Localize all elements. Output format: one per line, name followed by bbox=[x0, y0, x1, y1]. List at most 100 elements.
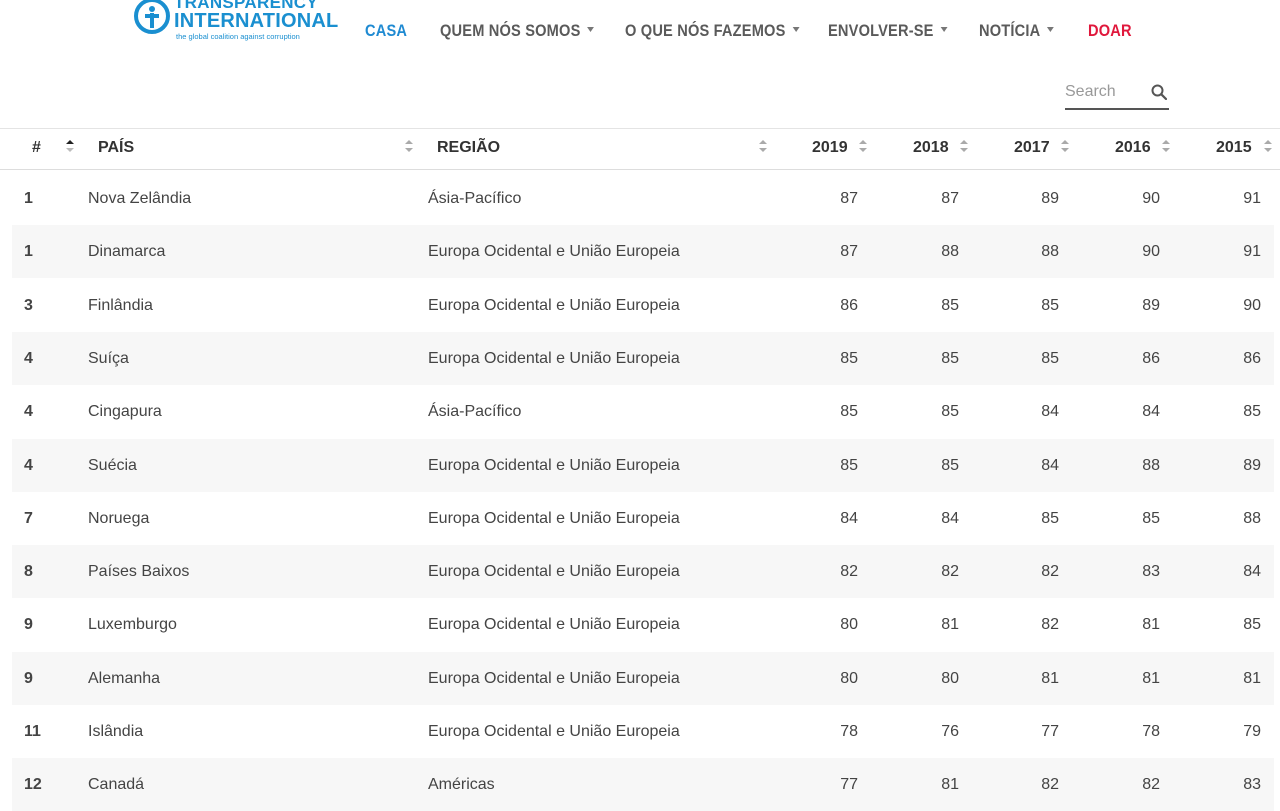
header-country[interactable]: PAÍS bbox=[98, 139, 134, 157]
sort-icon[interactable] bbox=[1263, 138, 1273, 154]
rank-cell: 3 bbox=[24, 296, 33, 314]
logo-name-line2: INTERNATIONAL bbox=[174, 10, 339, 32]
score-cell: 90 bbox=[1142, 243, 1160, 261]
score-cell: 85 bbox=[840, 349, 858, 367]
table-row[interactable]: 7 Noruega Europa Ocidental e União Europei… bbox=[12, 492, 1274, 545]
score-cell: 88 bbox=[1142, 456, 1160, 474]
nav-home[interactable]: CASA bbox=[365, 21, 407, 41]
nav-news[interactable]: NOTÍCIA bbox=[979, 21, 1055, 41]
sort-ascending-icon[interactable] bbox=[65, 138, 75, 154]
table-row[interactable]: 8 Países Baixos Europa Ocidental e União E… bbox=[12, 545, 1274, 599]
header-year-2015[interactable]: 2015 bbox=[1216, 139, 1252, 157]
region-cell: Ásia-Pacífico bbox=[428, 190, 522, 207]
country-cell: Canadá bbox=[88, 776, 145, 794]
nav-what-we-do[interactable]: O QUE NÓS FAZEMOS bbox=[625, 21, 800, 41]
score-cell: 83 bbox=[1142, 563, 1160, 581]
table-header: # PAÍS REGIÃO 2019 2018 2017 2016 2015 bbox=[0, 128, 1280, 170]
table-row[interactable]: 4 Cingapura Ásia-Pacífico 85 85 84 84 85 bbox=[12, 385, 1274, 438]
score-cell: 82 bbox=[941, 563, 959, 581]
region-cell: Europa Ocidental e União Europeia bbox=[428, 616, 680, 634]
score-cell: 85 bbox=[941, 403, 959, 421]
search-box bbox=[1065, 80, 1169, 110]
table-row[interactable]: 11 Islândia Europa Ocidental e União Europ… bbox=[12, 705, 1274, 758]
sort-icon[interactable] bbox=[959, 138, 969, 154]
rank-cell: 9 bbox=[24, 616, 33, 634]
table-row[interactable]: 9 Alemanha Europa Ocidental e União Europe… bbox=[12, 651, 1274, 705]
score-cell: 80 bbox=[840, 669, 858, 687]
country-cell: Dinamarca bbox=[88, 243, 166, 261]
region-cell: Europa Ocidental e União Europeia bbox=[428, 296, 680, 314]
score-cell: 85 bbox=[1243, 616, 1261, 634]
header-year-2018[interactable]: 2018 bbox=[913, 139, 949, 157]
score-cell: 84 bbox=[1041, 456, 1059, 474]
region-cell: Europa Ocidental e União Europeia bbox=[428, 349, 680, 367]
transparency-international-logo[interactable]: TRANSPARENCY INTERNATIONAL the global co… bbox=[134, 0, 338, 46]
score-cell: 82 bbox=[840, 563, 858, 581]
rank-cell: 1 bbox=[24, 243, 33, 261]
score-cell: 77 bbox=[1041, 723, 1059, 740]
table-row[interactable]: 1 Nova Zelândia Ásia-Pacífico 87 87 89 90 91 bbox=[12, 172, 1274, 225]
score-cell: 77 bbox=[840, 776, 858, 794]
table-row[interactable]: 12 Canadá Américas 77 81 82 82 83 bbox=[12, 758, 1274, 811]
score-cell: 81 bbox=[1243, 669, 1261, 687]
region-cell: Europa Ocidental e União Europeia bbox=[428, 723, 680, 740]
score-cell: 81 bbox=[1142, 616, 1160, 634]
header-year-2017[interactable]: 2017 bbox=[1014, 139, 1050, 157]
score-cell: 83 bbox=[1243, 776, 1261, 794]
header-region[interactable]: REGIÃO bbox=[437, 139, 500, 157]
score-cell: 81 bbox=[1142, 669, 1160, 687]
nav-get-involved[interactable]: ENVOLVER-SE bbox=[828, 21, 948, 41]
rank-cell: 8 bbox=[24, 563, 33, 581]
score-cell: 89 bbox=[1041, 190, 1059, 207]
country-cell: Finlândia bbox=[88, 296, 153, 314]
score-cell: 89 bbox=[1243, 456, 1261, 474]
region-cell: Ásia-Pacífico bbox=[428, 403, 522, 421]
table-row[interactable]: 4 Suécia Europa Ocidental e União Europeia… bbox=[12, 438, 1274, 492]
country-cell: Noruega bbox=[88, 509, 150, 527]
country-cell: Países Baixos bbox=[88, 563, 190, 581]
sort-icon[interactable] bbox=[404, 138, 414, 154]
search-icon[interactable] bbox=[1151, 84, 1167, 100]
score-cell: 82 bbox=[1041, 776, 1059, 794]
nav-about-us[interactable]: QUEM NÓS SOMOS bbox=[440, 21, 595, 41]
score-cell: 85 bbox=[1243, 403, 1261, 421]
score-cell: 84 bbox=[1142, 403, 1160, 421]
region-cell: Europa Ocidental e União Europeia bbox=[428, 669, 680, 687]
table-row[interactable]: 4 Suíça Europa Ocidental e União Europeia 8… bbox=[12, 331, 1274, 385]
score-cell: 87 bbox=[840, 190, 858, 207]
score-cell: 86 bbox=[1243, 349, 1261, 367]
table-row[interactable]: 3 Finlândia Europa Ocidental e União Europ… bbox=[12, 279, 1274, 332]
search-input[interactable] bbox=[1065, 80, 1145, 104]
header-rank[interactable]: # bbox=[32, 139, 41, 157]
country-cell: Suécia bbox=[88, 456, 137, 474]
sort-icon[interactable] bbox=[1060, 138, 1070, 154]
sort-icon[interactable] bbox=[1161, 138, 1171, 154]
country-cell: Islândia bbox=[88, 723, 144, 740]
header-year-2019[interactable]: 2019 bbox=[812, 139, 848, 157]
country-cell: Luxemburgo bbox=[88, 616, 177, 634]
score-cell: 90 bbox=[1142, 190, 1160, 207]
score-cell: 85 bbox=[1041, 349, 1059, 367]
score-cell: 82 bbox=[1041, 563, 1059, 581]
sort-icon[interactable] bbox=[758, 138, 768, 154]
score-cell: 84 bbox=[1243, 563, 1261, 581]
score-cell: 81 bbox=[941, 616, 959, 634]
score-cell: 91 bbox=[1243, 243, 1261, 261]
score-cell: 88 bbox=[1041, 243, 1059, 261]
rank-cell: 9 bbox=[24, 669, 33, 687]
score-cell: 86 bbox=[840, 296, 858, 314]
rank-cell: 12 bbox=[24, 776, 42, 794]
score-cell: 89 bbox=[1142, 296, 1160, 314]
nav-news-label: NOTÍCIA bbox=[979, 21, 1041, 40]
region-cell: Europa Ocidental e União Europeia bbox=[428, 456, 680, 474]
table-row[interactable]: 1 Dinamarca Europa Ocidental e União Europ… bbox=[12, 225, 1274, 279]
nav-donate[interactable]: DOAR bbox=[1088, 21, 1132, 41]
region-cell: Europa Ocidental e União Europeia bbox=[428, 243, 680, 261]
nav-home-label: CASA bbox=[365, 21, 408, 40]
table-row[interactable]: 9 Luxemburgo Europa Ocidental e União Euro… bbox=[12, 598, 1274, 651]
score-cell: 84 bbox=[840, 509, 858, 527]
header-year-2016[interactable]: 2016 bbox=[1115, 139, 1151, 157]
sort-icon[interactable] bbox=[858, 138, 868, 154]
score-cell: 85 bbox=[941, 296, 959, 314]
nav-donate-label: DOAR bbox=[1088, 21, 1132, 40]
